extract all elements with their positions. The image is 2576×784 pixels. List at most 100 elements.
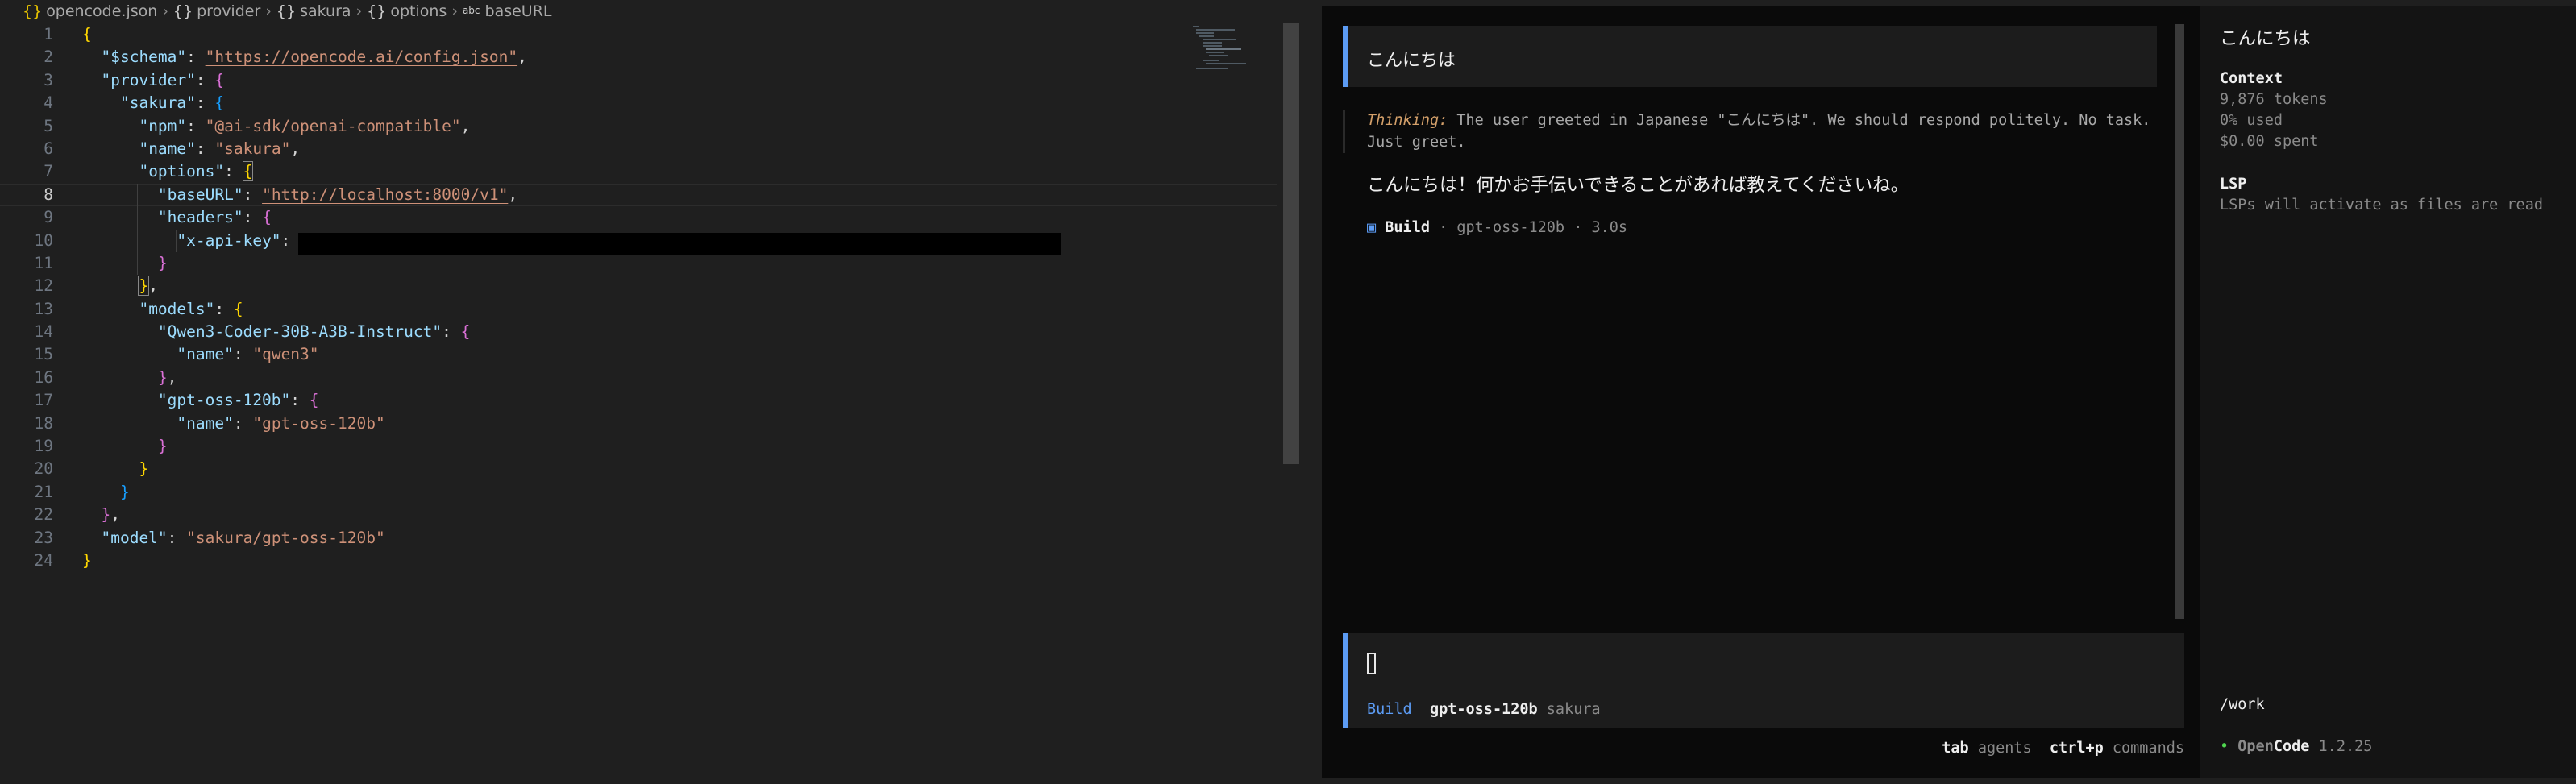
build-model: gpt-oss-120b	[1456, 219, 1565, 236]
line-number: 21	[34, 482, 53, 501]
minimap[interactable]	[1193, 23, 1282, 71]
code-area[interactable]: 1{ 2 "$schema": "https://opencode.ai/con…	[0, 23, 1277, 572]
input-status: Build gpt-oss-120b sakura	[1367, 701, 1601, 718]
chevron-right-icon: ›	[451, 2, 458, 20]
code-line[interactable]: 24}	[0, 550, 1277, 572]
code-line[interactable]: 11 }	[0, 251, 1277, 276]
chevron-right-icon: ›	[265, 2, 272, 20]
code-line[interactable]: 19 }	[0, 435, 1277, 458]
json-key: "name"	[177, 345, 234, 364]
assistant-reply: こんにちは！何かお手伝いできることがあれば教えてくださいね。	[1367, 175, 1909, 196]
line-number: 23	[34, 528, 53, 547]
user-message-text: こんにちは	[1367, 51, 1456, 71]
code-line[interactable]: 9 "headers": {	[0, 206, 1277, 230]
build-status: ▣ Build · gpt-oss-120b · 3.0s	[1367, 219, 1628, 236]
line-number: 9	[44, 208, 53, 227]
object-icon: {}	[367, 2, 387, 20]
user-message: こんにちは	[1343, 26, 2157, 87]
thinking-text: The user greeted in Japanese "こんにちは". We…	[1367, 112, 2151, 151]
code-editor[interactable]: {} opencode.json ›{} provider ›{} sakura ›{} op…	[0, 0, 1301, 784]
breadcrumb-file[interactable]: opencode.json	[46, 2, 157, 20]
json-key: "name"	[139, 139, 196, 158]
code-line[interactable]: 1{	[0, 23, 1277, 46]
code-line[interactable]: 14 "Qwen3-Coder-30B-A3B-Instruct": {	[0, 321, 1277, 343]
code-line[interactable]: 22 },	[0, 504, 1277, 526]
build-agent: Build	[1385, 219, 1430, 236]
line-number: 13	[34, 299, 53, 318]
line-number: 7	[44, 162, 53, 181]
keyboard-hints: tab agents ctrl+p commands	[1942, 740, 2184, 757]
input-agent[interactable]: Build	[1367, 701, 1412, 718]
line-number: 16	[34, 367, 53, 387]
code-line[interactable]: 10 "x-api-key":	[0, 229, 1277, 255]
code-line[interactable]: 7 "options": {	[0, 160, 1277, 183]
text-cursor	[1367, 653, 1376, 674]
breadcrumb-current[interactable]: baseURL	[485, 2, 552, 20]
line-number: 10	[34, 230, 53, 250]
schema-url-link[interactable]: "https://opencode.ai/config.json"	[206, 48, 517, 66]
json-string: "qwen3"	[252, 345, 319, 364]
app-version: 1.2.25	[2318, 738, 2373, 755]
json-key: "options"	[139, 162, 225, 181]
code-line[interactable]: 23 "model": "sakura/gpt-oss-120b"	[0, 527, 1277, 550]
breadcrumb-item[interactable]: provider	[197, 2, 260, 20]
line-number: 1	[44, 25, 53, 44]
code-line[interactable]: 13 "models": {	[0, 298, 1277, 321]
session-title: こんにちは	[2220, 28, 2311, 49]
code-line[interactable]: 16 },	[0, 367, 1277, 389]
prompt-input[interactable]: Build gpt-oss-120b sakura	[1343, 633, 2184, 728]
code-line[interactable]: 2 "$schema": "https://opencode.ai/config…	[0, 46, 1277, 68]
object-icon: {}	[172, 2, 193, 20]
line-number: 5	[44, 116, 53, 135]
hint-key: tab	[1942, 740, 1969, 757]
input-model[interactable]: gpt-oss-120b	[1430, 701, 1538, 718]
baseurl-link[interactable]: "http://localhost:8000/v1"	[262, 185, 508, 204]
json-file-icon: {}	[23, 2, 43, 20]
editor-scrollbar[interactable]	[1283, 23, 1299, 464]
code-line[interactable]: 17 "gpt-oss-120b": {	[0, 389, 1277, 412]
hint-label: commands	[2112, 740, 2184, 757]
breadcrumb-item[interactable]: sakura	[300, 2, 351, 20]
chevron-right-icon: ›	[355, 2, 363, 20]
build-duration: 3.0s	[1591, 219, 1628, 236]
json-key: "provider"	[101, 70, 196, 89]
code-line[interactable]: 12 },	[0, 275, 1277, 297]
line-number: 8	[44, 185, 53, 204]
json-key: "gpt-oss-120b"	[157, 391, 291, 410]
breadcrumb: {} opencode.json ›{} provider ›{} sakura ›{} op…	[23, 0, 552, 21]
json-key: "headers"	[157, 208, 243, 227]
chat-panel: こんにちは Thinking: The user greeted in Japa…	[1322, 6, 2200, 778]
lsp-heading: LSP	[2220, 176, 2247, 193]
line-number: 24	[34, 550, 53, 570]
code-line[interactable]: 6 "name": "sakura",	[0, 138, 1277, 160]
json-key: "sakura"	[119, 93, 196, 113]
code-line[interactable]: 20 }	[0, 458, 1277, 480]
json-key: "Qwen3-Coder-30B-A3B-Instruct"	[157, 322, 442, 342]
json-string: "gpt-oss-120b"	[252, 413, 385, 433]
code-line[interactable]: 18 "name": "gpt-oss-120b"	[0, 413, 1277, 435]
code-line[interactable]: 5 "npm": "@ai-sdk/openai-compatible",	[0, 115, 1277, 138]
json-key: "model"	[101, 528, 168, 547]
json-key: "name"	[177, 413, 234, 433]
object-icon: {}	[276, 2, 297, 20]
line-number: 20	[34, 459, 53, 479]
line-number: 22	[34, 505, 53, 525]
line-number: 18	[34, 413, 53, 433]
breadcrumb-item[interactable]: options	[390, 2, 447, 20]
code-line-active[interactable]: 8 "baseURL": "http://localhost:8000/v1",	[0, 183, 1277, 207]
json-string: "sakura/gpt-oss-120b"	[186, 528, 385, 547]
chat-scrollbar[interactable]	[2175, 24, 2184, 619]
code-line[interactable]: 21 }	[0, 481, 1277, 504]
hint-key: ctrl+p	[2049, 740, 2104, 757]
app-version-line: • OpenCode 1.2.25	[2220, 738, 2372, 755]
code-line[interactable]: 15 "name": "qwen3"	[0, 343, 1277, 366]
line-number: 11	[34, 253, 53, 272]
status-dot-icon: •	[2220, 738, 2229, 755]
line-number: 3	[44, 70, 53, 89]
code-line[interactable]: 4 "sakura": {	[0, 92, 1277, 114]
context-used: 0% used	[2220, 112, 2283, 129]
code-line[interactable]: 3 "provider": {	[0, 69, 1277, 92]
line-number: 2	[44, 48, 53, 67]
context-heading: Context	[2220, 70, 2283, 87]
line-number: 19	[34, 437, 53, 456]
